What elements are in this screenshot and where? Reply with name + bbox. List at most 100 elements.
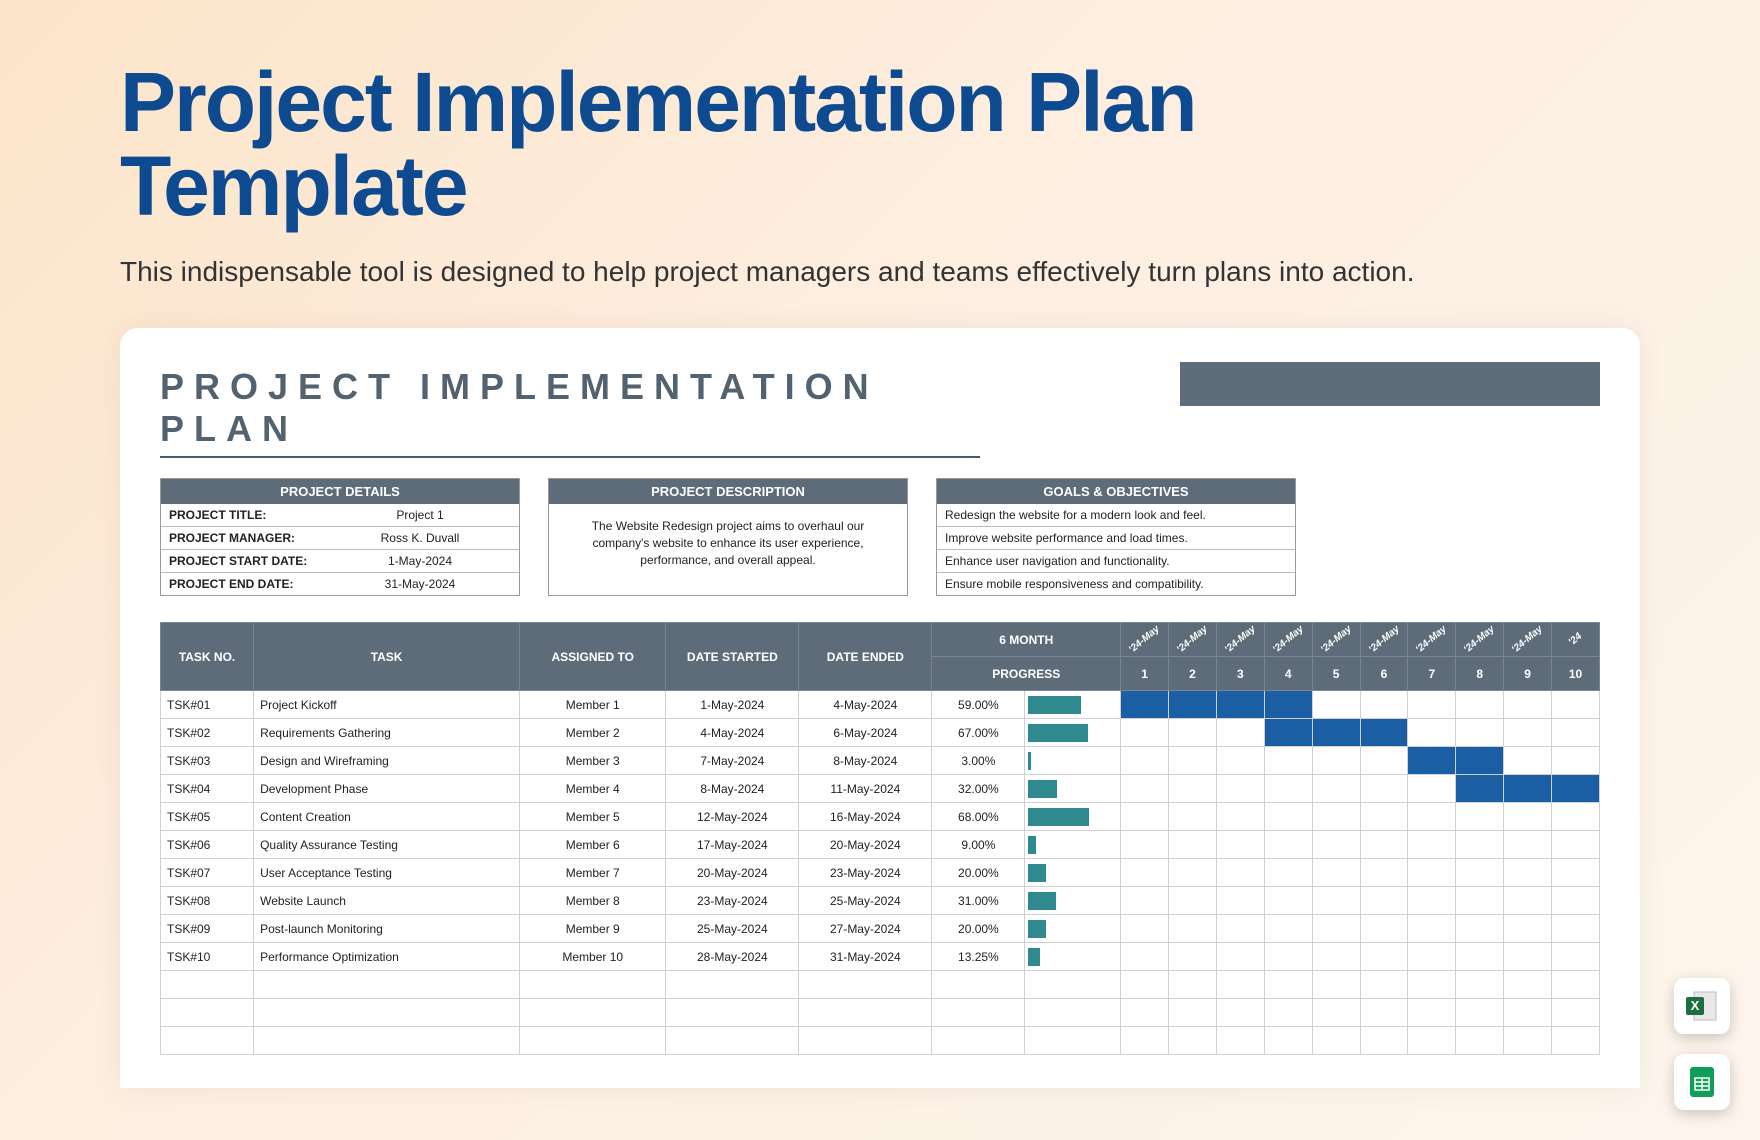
goals-header: GOALS & OBJECTIVES bbox=[937, 479, 1295, 504]
table-row: TSK#06Quality Assurance TestingMember 61… bbox=[161, 831, 1600, 859]
cell: TSK#09 bbox=[161, 915, 254, 943]
col-header-date: '24-May bbox=[1408, 623, 1456, 657]
cell-empty bbox=[161, 1027, 254, 1055]
cell: Member 9 bbox=[520, 915, 666, 943]
progress-bar bbox=[1028, 724, 1087, 742]
cell-empty bbox=[1552, 1027, 1600, 1055]
col-header-date: '24-May bbox=[1264, 623, 1312, 657]
cell: 4-May-2024 bbox=[799, 691, 932, 719]
cell: TSK#01 bbox=[161, 691, 254, 719]
gantt-cell bbox=[1216, 887, 1264, 915]
cell-empty bbox=[1504, 999, 1552, 1027]
cell: 11-May-2024 bbox=[799, 775, 932, 803]
cell: 17-May-2024 bbox=[666, 831, 799, 859]
gantt-cell bbox=[1456, 831, 1504, 859]
gantt-cell bbox=[1408, 943, 1456, 971]
cell: 68.00% bbox=[932, 803, 1025, 831]
progress-bar-cell bbox=[1025, 831, 1121, 859]
goal-item: Enhance user navigation and functionalit… bbox=[937, 549, 1295, 572]
gantt-cell bbox=[1312, 691, 1360, 719]
gantt-cell bbox=[1169, 943, 1217, 971]
gantt-cell bbox=[1408, 831, 1456, 859]
excel-icon[interactable]: X bbox=[1674, 978, 1730, 1034]
gantt-cell bbox=[1216, 803, 1264, 831]
gantt-cell bbox=[1169, 803, 1217, 831]
progress-bar bbox=[1028, 920, 1046, 938]
gantt-cell bbox=[1408, 859, 1456, 887]
cell-empty bbox=[1504, 1027, 1552, 1055]
gantt-cell bbox=[1121, 775, 1169, 803]
cell-empty bbox=[1216, 999, 1264, 1027]
cell: User Acceptance Testing bbox=[254, 859, 520, 887]
col-header: ASSIGNED TO bbox=[520, 623, 666, 691]
detail-value: Project 1 bbox=[321, 504, 519, 526]
gantt-cell bbox=[1216, 775, 1264, 803]
cell: Member 10 bbox=[520, 943, 666, 971]
gantt-cell bbox=[1504, 775, 1552, 803]
page-subtitle: This indispensable tool is designed to h… bbox=[0, 228, 1760, 288]
progress-bar bbox=[1028, 780, 1056, 798]
cell: 13.25% bbox=[932, 943, 1025, 971]
col-header-daynum: 7 bbox=[1408, 657, 1456, 691]
gantt-cell bbox=[1456, 803, 1504, 831]
gantt-cell bbox=[1504, 859, 1552, 887]
cell-empty bbox=[1216, 1027, 1264, 1055]
gantt-cell bbox=[1552, 859, 1600, 887]
gantt-cell bbox=[1552, 915, 1600, 943]
gantt-cell bbox=[1552, 691, 1600, 719]
table-row: TSK#01Project KickoffMember 11-May-20244… bbox=[161, 691, 1600, 719]
gantt-cell bbox=[1360, 775, 1408, 803]
gantt-cell bbox=[1312, 887, 1360, 915]
cell: 67.00% bbox=[932, 719, 1025, 747]
gantt-cell bbox=[1264, 831, 1312, 859]
cell-empty bbox=[1025, 1027, 1121, 1055]
gantt-cell bbox=[1504, 915, 1552, 943]
gantt-cell bbox=[1456, 691, 1504, 719]
gantt-cell bbox=[1169, 859, 1217, 887]
progress-bar-cell bbox=[1025, 943, 1121, 971]
project-details-panel: PROJECT DETAILS PROJECT TITLE:Project 1P… bbox=[160, 478, 520, 596]
progress-bar bbox=[1028, 752, 1031, 770]
gantt-cell bbox=[1264, 859, 1312, 887]
cell-empty bbox=[1552, 971, 1600, 999]
gantt-cell bbox=[1169, 887, 1217, 915]
cell: 23-May-2024 bbox=[799, 859, 932, 887]
gantt-cell bbox=[1360, 803, 1408, 831]
table-row: TSK#08Website LaunchMember 823-May-20242… bbox=[161, 887, 1600, 915]
table-row: TSK#04Development PhaseMember 48-May-202… bbox=[161, 775, 1600, 803]
gantt-cell bbox=[1504, 803, 1552, 831]
gantt-cell bbox=[1216, 859, 1264, 887]
gantt-cell bbox=[1456, 915, 1504, 943]
cell: Post-launch Monitoring bbox=[254, 915, 520, 943]
goal-item: Redesign the website for a modern look a… bbox=[937, 504, 1295, 526]
gantt-cell bbox=[1552, 887, 1600, 915]
cell: 20.00% bbox=[932, 915, 1025, 943]
cell: Member 7 bbox=[520, 859, 666, 887]
gantt-cell bbox=[1552, 803, 1600, 831]
cell-empty bbox=[254, 1027, 520, 1055]
gantt-cell bbox=[1408, 691, 1456, 719]
cell-empty bbox=[799, 1027, 932, 1055]
gantt-cell bbox=[1456, 859, 1504, 887]
cell: Member 3 bbox=[520, 747, 666, 775]
cell: Project Kickoff bbox=[254, 691, 520, 719]
detail-value: 31-May-2024 bbox=[321, 573, 519, 595]
gantt-cell bbox=[1552, 719, 1600, 747]
google-sheets-icon[interactable] bbox=[1674, 1054, 1730, 1110]
cell: TSK#05 bbox=[161, 803, 254, 831]
cell: 12-May-2024 bbox=[666, 803, 799, 831]
gantt-cell bbox=[1264, 887, 1312, 915]
col-header-daynum: 2 bbox=[1169, 657, 1217, 691]
gantt-cell bbox=[1504, 831, 1552, 859]
gantt-cell bbox=[1360, 887, 1408, 915]
table-row: TSK#09Post-launch MonitoringMember 925-M… bbox=[161, 915, 1600, 943]
gantt-cell bbox=[1456, 747, 1504, 775]
project-description-body: The Website Redesign project aims to ove… bbox=[549, 504, 907, 582]
gantt-cell bbox=[1121, 915, 1169, 943]
gantt-cell bbox=[1169, 747, 1217, 775]
cell: TSK#07 bbox=[161, 859, 254, 887]
cell: 4-May-2024 bbox=[666, 719, 799, 747]
cell: Quality Assurance Testing bbox=[254, 831, 520, 859]
cell-empty bbox=[1216, 971, 1264, 999]
gantt-cell bbox=[1169, 719, 1217, 747]
